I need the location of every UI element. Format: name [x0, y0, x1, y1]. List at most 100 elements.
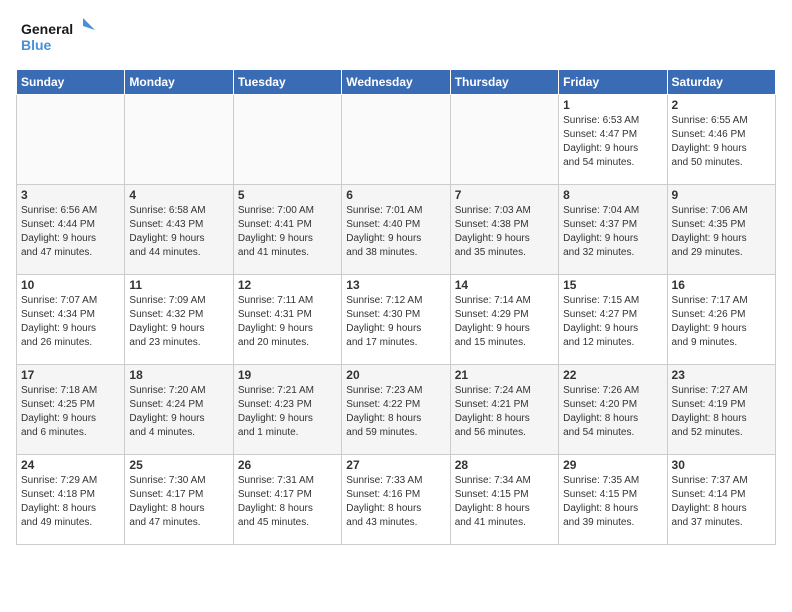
day-number: 5 [238, 188, 337, 202]
day-info: Sunrise: 7:30 AM Sunset: 4:17 PM Dayligh… [129, 474, 228, 530]
day-number: 29 [563, 458, 662, 472]
day-number: 17 [21, 368, 120, 382]
calendar-cell: 3 Sunrise: 6:56 AM Sunset: 4:44 PM Daylig… [17, 185, 125, 275]
day-info: Sunrise: 7:29 AM Sunset: 4:18 PM Dayligh… [21, 474, 120, 530]
calendar-cell: 2 Sunrise: 6:55 AM Sunset: 4:46 PM Daylig… [667, 95, 775, 185]
calendar-cell [17, 95, 125, 185]
day-info: Sunrise: 7:12 AM Sunset: 4:30 PM Dayligh… [346, 294, 445, 350]
day-info: Sunrise: 7:14 AM Sunset: 4:29 PM Dayligh… [455, 294, 554, 350]
day-number: 12 [238, 278, 337, 292]
calendar-table: SundayMondayTuesdayWednesdayThursdayFrid… [16, 69, 776, 545]
weekday-header-sunday: Sunday [17, 70, 125, 95]
day-info: Sunrise: 7:27 AM Sunset: 4:19 PM Dayligh… [672, 384, 771, 440]
calendar-cell: 11 Sunrise: 7:09 AM Sunset: 4:32 PM Dayli… [125, 275, 233, 365]
day-info: Sunrise: 6:58 AM Sunset: 4:43 PM Dayligh… [129, 204, 228, 260]
calendar-cell: 1Sunrise: 6:53 AM Sunset: 4:47 PM Daylig… [559, 95, 667, 185]
day-info: Sunrise: 7:31 AM Sunset: 4:17 PM Dayligh… [238, 474, 337, 530]
calendar-cell: 7 Sunrise: 7:03 AM Sunset: 4:38 PM Daylig… [450, 185, 558, 275]
calendar-cell [125, 95, 233, 185]
day-info: Sunrise: 7:01 AM Sunset: 4:40 PM Dayligh… [346, 204, 445, 260]
day-number: 4 [129, 188, 228, 202]
day-info: Sunrise: 7:37 AM Sunset: 4:14 PM Dayligh… [672, 474, 771, 530]
calendar-cell: 28 Sunrise: 7:34 AM Sunset: 4:15 PM Dayli… [450, 455, 558, 545]
weekday-header-wednesday: Wednesday [342, 70, 450, 95]
day-info: Sunrise: 7:18 AM Sunset: 4:25 PM Dayligh… [21, 384, 120, 440]
calendar-cell: 10 Sunrise: 7:07 AM Sunset: 4:34 PM Dayli… [17, 275, 125, 365]
day-info: Sunrise: 7:23 AM Sunset: 4:22 PM Dayligh… [346, 384, 445, 440]
day-info: Sunrise: 7:24 AM Sunset: 4:21 PM Dayligh… [455, 384, 554, 440]
weekday-header-tuesday: Tuesday [233, 70, 341, 95]
calendar-cell: 16 Sunrise: 7:17 AM Sunset: 4:26 PM Dayli… [667, 275, 775, 365]
day-info: Sunrise: 7:35 AM Sunset: 4:15 PM Dayligh… [563, 474, 662, 530]
calendar-cell: 6 Sunrise: 7:01 AM Sunset: 4:40 PM Daylig… [342, 185, 450, 275]
calendar-cell: 12 Sunrise: 7:11 AM Sunset: 4:31 PM Dayli… [233, 275, 341, 365]
day-info: Sunrise: 7:17 AM Sunset: 4:26 PM Dayligh… [672, 294, 771, 350]
day-number: 14 [455, 278, 554, 292]
calendar-cell: 20 Sunrise: 7:23 AM Sunset: 4:22 PM Dayli… [342, 365, 450, 455]
day-number: 6 [346, 188, 445, 202]
day-number: 13 [346, 278, 445, 292]
calendar-week-3: 10 Sunrise: 7:07 AM Sunset: 4:34 PM Dayli… [17, 275, 776, 365]
calendar-week-5: 24Sunrise: 7:29 AM Sunset: 4:18 PM Dayli… [17, 455, 776, 545]
day-number: 22 [563, 368, 662, 382]
day-number: 11 [129, 278, 228, 292]
calendar-cell: 8 Sunrise: 7:04 AM Sunset: 4:37 PM Daylig… [559, 185, 667, 275]
calendar-cell: 27 Sunrise: 7:33 AM Sunset: 4:16 PM Dayli… [342, 455, 450, 545]
weekday-header-saturday: Saturday [667, 70, 775, 95]
day-number: 7 [455, 188, 554, 202]
calendar-cell: 13 Sunrise: 7:12 AM Sunset: 4:30 PM Dayli… [342, 275, 450, 365]
weekday-header-friday: Friday [559, 70, 667, 95]
day-info: Sunrise: 7:11 AM Sunset: 4:31 PM Dayligh… [238, 294, 337, 350]
day-number: 3 [21, 188, 120, 202]
calendar-cell [450, 95, 558, 185]
day-info: Sunrise: 7:34 AM Sunset: 4:15 PM Dayligh… [455, 474, 554, 530]
day-info: Sunrise: 7:09 AM Sunset: 4:32 PM Dayligh… [129, 294, 228, 350]
day-info: Sunrise: 7:03 AM Sunset: 4:38 PM Dayligh… [455, 204, 554, 260]
calendar-cell: 15Sunrise: 7:15 AM Sunset: 4:27 PM Dayli… [559, 275, 667, 365]
day-number: 9 [672, 188, 771, 202]
day-number: 28 [455, 458, 554, 472]
calendar-cell: 26 Sunrise: 7:31 AM Sunset: 4:17 PM Dayli… [233, 455, 341, 545]
calendar-cell: 17 Sunrise: 7:18 AM Sunset: 4:25 PM Dayli… [17, 365, 125, 455]
day-number: 30 [672, 458, 771, 472]
calendar-cell: 24Sunrise: 7:29 AM Sunset: 4:18 PM Dayli… [17, 455, 125, 545]
calendar-cell: 18Sunrise: 7:20 AM Sunset: 4:24 PM Dayli… [125, 365, 233, 455]
svg-text:Blue: Blue [21, 37, 52, 53]
day-info: Sunrise: 7:26 AM Sunset: 4:20 PM Dayligh… [563, 384, 662, 440]
day-number: 21 [455, 368, 554, 382]
day-number: 25 [129, 458, 228, 472]
weekday-header-monday: Monday [125, 70, 233, 95]
day-number: 1 [563, 98, 662, 112]
day-number: 15 [563, 278, 662, 292]
calendar-week-4: 17 Sunrise: 7:18 AM Sunset: 4:25 PM Dayli… [17, 365, 776, 455]
calendar-cell: 9Sunrise: 7:06 AM Sunset: 4:35 PM Daylig… [667, 185, 775, 275]
svg-text:General: General [21, 21, 73, 37]
calendar-cell [342, 95, 450, 185]
calendar-cell: 22 Sunrise: 7:26 AM Sunset: 4:20 PM Dayli… [559, 365, 667, 455]
weekday-header-thursday: Thursday [450, 70, 558, 95]
day-info: Sunrise: 7:07 AM Sunset: 4:34 PM Dayligh… [21, 294, 120, 350]
day-number: 18 [129, 368, 228, 382]
day-number: 19 [238, 368, 337, 382]
calendar-cell: 19 Sunrise: 7:21 AM Sunset: 4:23 PM Dayli… [233, 365, 341, 455]
day-info: Sunrise: 7:33 AM Sunset: 4:16 PM Dayligh… [346, 474, 445, 530]
day-number: 27 [346, 458, 445, 472]
day-info: Sunrise: 7:04 AM Sunset: 4:37 PM Dayligh… [563, 204, 662, 260]
day-number: 20 [346, 368, 445, 382]
day-number: 26 [238, 458, 337, 472]
day-number: 23 [672, 368, 771, 382]
day-number: 8 [563, 188, 662, 202]
calendar-cell: 25 Sunrise: 7:30 AM Sunset: 4:17 PM Dayli… [125, 455, 233, 545]
calendar-cell: 4 Sunrise: 6:58 AM Sunset: 4:43 PM Daylig… [125, 185, 233, 275]
day-number: 16 [672, 278, 771, 292]
calendar-cell: 5 Sunrise: 7:00 AM Sunset: 4:41 PM Daylig… [233, 185, 341, 275]
day-info: Sunrise: 7:21 AM Sunset: 4:23 PM Dayligh… [238, 384, 337, 440]
logo-icon: General Blue [16, 16, 106, 61]
day-number: 2 [672, 98, 771, 112]
day-info: Sunrise: 6:56 AM Sunset: 4:44 PM Dayligh… [21, 204, 120, 260]
calendar-cell: 14 Sunrise: 7:14 AM Sunset: 4:29 PM Dayli… [450, 275, 558, 365]
day-info: Sunrise: 6:55 AM Sunset: 4:46 PM Dayligh… [672, 114, 771, 170]
calendar-cell: 30 Sunrise: 7:37 AM Sunset: 4:14 PM Dayli… [667, 455, 775, 545]
day-info: Sunrise: 7:00 AM Sunset: 4:41 PM Dayligh… [238, 204, 337, 260]
day-number: 10 [21, 278, 120, 292]
